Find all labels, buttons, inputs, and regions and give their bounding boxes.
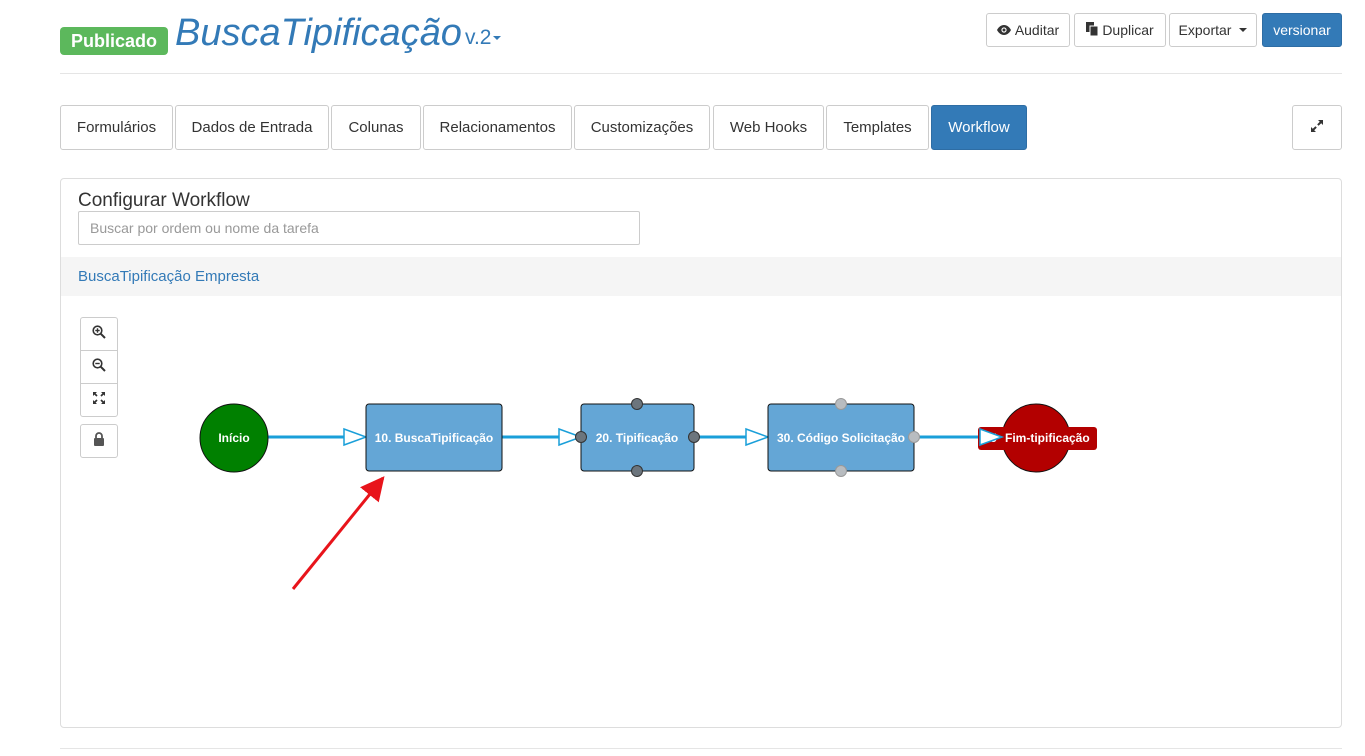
end-node-label: Fim-tipificação [1005,431,1090,445]
start-node-label: Início [218,431,249,445]
connection-port[interactable] [575,431,587,443]
task-node-20[interactable]: 20. Tipificação [575,398,700,477]
connection-port[interactable] [835,465,847,477]
task-node-10[interactable]: 10. BuscaTipificação [365,403,503,472]
footer-divider [60,748,1342,749]
task-node-30[interactable]: 30. Código Solicitação [767,398,920,477]
annotation-arrow [291,476,385,590]
start-node[interactable]: Início [199,403,269,473]
connection-port[interactable] [688,431,700,443]
connection-port[interactable] [835,398,847,410]
connector-arrow [745,427,771,447]
task-node-label: 10. BuscaTipificação [375,431,494,445]
task-node-label: 20. Tipificação [596,431,678,445]
task-node-label: 30. Código Solicitação [777,431,905,445]
workflow-diagram: Início 10. BuscaTipificação 20. Tipifica… [199,398,1097,590]
connection-port[interactable] [631,398,643,410]
connector-arrow [343,427,369,447]
connection-port[interactable] [908,431,920,443]
connection-port[interactable] [631,465,643,477]
